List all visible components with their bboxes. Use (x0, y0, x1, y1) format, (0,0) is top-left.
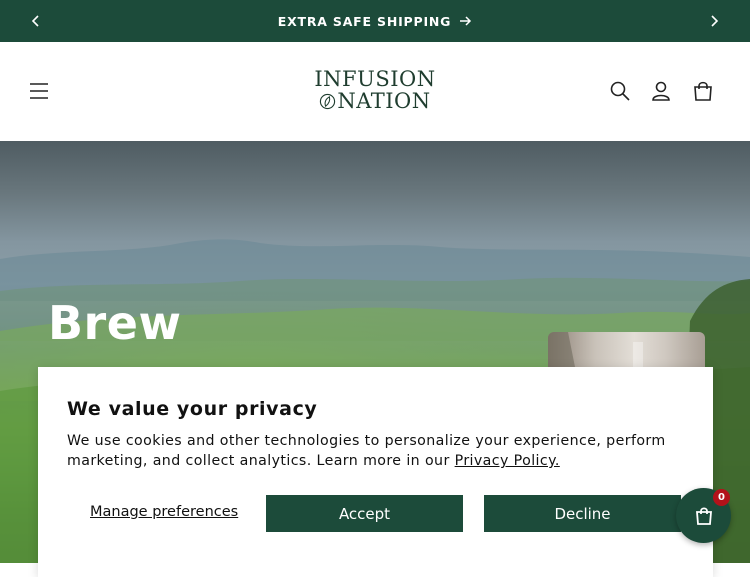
cookie-body: We use cookies and other technologies to… (67, 433, 666, 469)
announcement-bar: EXTRA SAFE SHIPPING (0, 0, 750, 42)
cart-count-badge: 0 (713, 489, 730, 506)
manage-preferences-link[interactable]: Manage preferences (90, 504, 238, 520)
arrow-right-icon (460, 16, 472, 26)
cart-icon[interactable] (692, 80, 714, 102)
hamburger-menu-icon[interactable] (28, 80, 50, 102)
announcement-next-button[interactable] (702, 9, 726, 33)
accept-button[interactable]: Accept (266, 495, 463, 532)
floating-cart-button[interactable]: 0 (676, 488, 731, 543)
chevron-left-icon (31, 15, 39, 27)
cookie-consent-banner: We value your privacy We use cookies and… (38, 367, 713, 577)
announcement-link[interactable]: EXTRA SAFE SHIPPING (278, 14, 472, 29)
cookie-heading: We value your privacy (67, 398, 318, 420)
announcement-text: EXTRA SAFE SHIPPING (277, 13, 452, 29)
logo-line-1: INFUSION (314, 67, 436, 91)
leaf-icon (320, 93, 336, 109)
shopping-bag-icon (695, 506, 712, 525)
site-logo[interactable]: INFUSION NATION (300, 68, 450, 116)
account-icon[interactable] (650, 80, 672, 102)
announcement-prev-button[interactable] (24, 9, 48, 33)
logo-line-2: NATION (337, 89, 431, 113)
decline-button[interactable]: Decline (484, 495, 681, 532)
privacy-policy-link[interactable]: Privacy Policy. (455, 453, 560, 469)
cookie-body-text: We use cookies and other technologies to… (67, 431, 677, 471)
chevron-right-icon (711, 15, 719, 27)
hero-title: Brew (48, 296, 182, 350)
search-icon[interactable] (609, 80, 631, 102)
site-header: INFUSION NATION (0, 42, 750, 141)
